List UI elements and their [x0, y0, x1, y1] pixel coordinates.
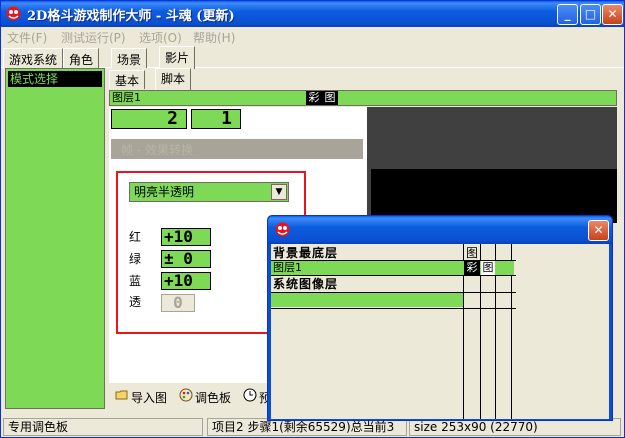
- layer-list[interactable]: 背景最底层 图 图层1 彩 图 系统图像层: [271, 244, 609, 419]
- layer-row-background[interactable]: 背景最底层 图: [271, 246, 609, 260]
- close-button[interactable]: ✕: [602, 4, 623, 25]
- preview-canvas: [367, 107, 617, 223]
- green-label: 绿: [129, 252, 142, 266]
- list-item-mode-select[interactable]: 模式选择: [8, 71, 102, 87]
- scene-list[interactable]: 模式选择: [5, 68, 105, 409]
- layer-row-system[interactable]: 系统图像层: [271, 277, 609, 291]
- import-image-button[interactable]: 导入图: [131, 389, 167, 406]
- chevron-down-icon[interactable]: ▼: [271, 184, 287, 200]
- menu-options[interactable]: 选项(O): [139, 29, 182, 46]
- image-toggle[interactable]: 图: [466, 246, 478, 260]
- window-title: 2D格斗游戏制作大师 - 斗魂 (更新): [27, 9, 235, 24]
- tab-stage[interactable]: 场景: [111, 48, 148, 68]
- menu-test-run[interactable]: 测试运行(P): [61, 29, 126, 46]
- bottom-toolbar: 导入图 调色板 预: [109, 383, 271, 407]
- layer-bar[interactable]: 图层1 彩 图: [109, 90, 617, 106]
- image-toggle[interactable]: 图: [322, 91, 338, 105]
- title-bar[interactable]: 2D格斗游戏制作大师 - 斗魂 (更新) _ □ ✕: [1, 1, 624, 27]
- image-toggle[interactable]: 图: [481, 261, 495, 275]
- tab-game-system[interactable]: 游戏系统: [3, 48, 64, 68]
- blend-mode-select[interactable]: 明亮半透明 ▼: [129, 182, 289, 202]
- layer-dialog: ✕ 背景最底层 图 图层1 彩 图 系统图像层: [267, 215, 613, 421]
- folder-open-icon[interactable]: [115, 388, 129, 402]
- palette-button[interactable]: 调色板: [195, 389, 231, 406]
- red-label: 红: [129, 230, 142, 244]
- main-tabs: 游戏系统 角色 场景 影片: [1, 46, 624, 69]
- blend-mode-value: 明亮半透明: [134, 185, 195, 199]
- effect-header: 帧 - 效果转换: [111, 139, 363, 159]
- status-palette: 专用调色板: [3, 418, 203, 436]
- alpha-label: 透: [129, 295, 142, 309]
- maximize-button[interactable]: □: [580, 4, 601, 25]
- color-toggle[interactable]: 彩: [464, 261, 480, 275]
- menu-help[interactable]: 帮助(H): [193, 29, 235, 46]
- tab-movie[interactable]: 影片: [159, 46, 196, 69]
- app-logo-icon: [6, 6, 21, 21]
- tab-basic[interactable]: 基本: [109, 70, 146, 89]
- layer-row-layer1[interactable]: 图层1 彩 图: [271, 261, 514, 275]
- layer-row-label: 图层1: [273, 261, 302, 274]
- layer-row-label: 系统图像层: [273, 277, 339, 291]
- layer-row-label: 背景最底层: [273, 246, 339, 260]
- green-value[interactable]: ± 0: [161, 250, 211, 268]
- palette-icon[interactable]: [179, 388, 193, 402]
- tab-script[interactable]: 脚本: [155, 68, 192, 90]
- minimize-button[interactable]: _: [557, 4, 578, 25]
- app-logo-icon: [275, 222, 290, 237]
- layer-label: 图层1: [112, 91, 141, 104]
- color-toggle[interactable]: 彩: [306, 91, 322, 105]
- tab-character[interactable]: 角色: [63, 48, 100, 68]
- blue-value[interactable]: +10: [161, 272, 211, 290]
- alpha-value: 0: [161, 294, 195, 312]
- red-value[interactable]: +10: [161, 228, 211, 246]
- effect-header-label: 帧 - 效果转换: [121, 143, 193, 157]
- layer-row-empty[interactable]: [271, 293, 463, 307]
- clock-icon[interactable]: [243, 388, 257, 402]
- menu-bar: 文件(F) 测试运行(P) 选项(O) 帮助(H): [1, 27, 624, 46]
- dialog-title-bar[interactable]: ✕: [268, 216, 612, 244]
- blue-label: 蓝: [129, 274, 142, 288]
- menu-file[interactable]: 文件(F): [7, 29, 47, 46]
- dialog-close-button[interactable]: ✕: [588, 220, 609, 241]
- step-number[interactable]: 1: [191, 109, 241, 129]
- frame-number[interactable]: 2: [111, 109, 187, 129]
